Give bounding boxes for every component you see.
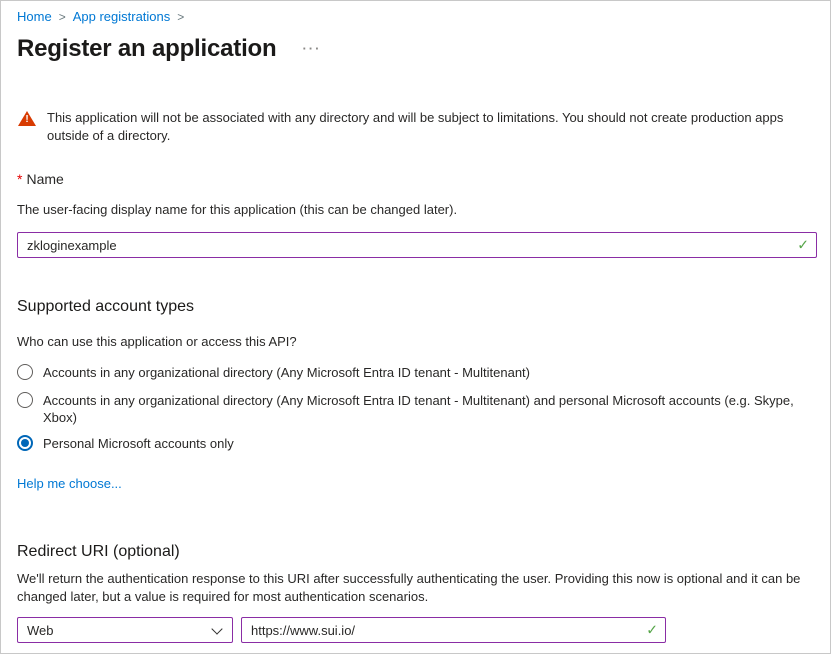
- breadcrumb-separator-icon: >: [59, 9, 66, 25]
- name-input-wrap: ✓: [17, 232, 817, 258]
- account-types-question: Who can use this application or access t…: [17, 333, 814, 350]
- warning-triangle-icon: !: [17, 110, 37, 128]
- breadcrumb-home-link[interactable]: Home: [17, 9, 52, 25]
- page-title: Register an application: [17, 34, 276, 64]
- supported-account-types-heading: Supported account types: [17, 297, 814, 317]
- platform-select[interactable]: Web: [17, 617, 233, 643]
- redirect-uri-description: We'll return the authentication response…: [17, 570, 814, 606]
- radio-circle-icon[interactable]: [17, 364, 33, 380]
- name-label-text: Name: [26, 171, 63, 187]
- platform-select-value: Web: [27, 623, 54, 638]
- redirect-uri-input[interactable]: [241, 617, 666, 643]
- redirect-uri-heading: Redirect URI (optional): [17, 542, 814, 562]
- radio-option-multitenant-personal[interactable]: Accounts in any organizational directory…: [17, 392, 814, 426]
- required-asterisk: *: [17, 171, 22, 187]
- radio-option-label: Personal Microsoft accounts only: [43, 435, 234, 452]
- help-me-choose-link[interactable]: Help me choose...: [17, 476, 122, 492]
- warning-banner: ! This application will not be associate…: [17, 109, 814, 145]
- breadcrumb: Home > App registrations >: [17, 9, 814, 25]
- radio-option-label: Accounts in any organizational directory…: [43, 392, 814, 426]
- uri-input-wrap: ✓: [241, 617, 666, 643]
- radio-option-personal-only[interactable]: Personal Microsoft accounts only: [17, 435, 814, 452]
- register-application-page: Home > App registrations > Register an a…: [1, 1, 830, 643]
- breadcrumb-separator-icon: >: [177, 9, 184, 25]
- radio-option-label: Accounts in any organizational directory…: [43, 364, 530, 381]
- breadcrumb-app-registrations-link[interactable]: App registrations: [73, 9, 171, 25]
- name-field-label: *Name: [17, 171, 814, 188]
- ellipsis-menu-icon[interactable]: ···: [302, 34, 321, 64]
- warning-text: This application will not be associated …: [47, 109, 814, 145]
- redirect-uri-row: Web ✓: [17, 617, 814, 643]
- account-types-radio-group: Accounts in any organizational directory…: [17, 364, 814, 452]
- radio-circle-icon[interactable]: [17, 392, 33, 408]
- radio-circle-icon[interactable]: [17, 435, 33, 451]
- chevron-down-icon: [211, 623, 222, 634]
- name-field-description: The user-facing display name for this ap…: [17, 201, 814, 218]
- name-input[interactable]: [17, 232, 817, 258]
- radio-option-multitenant[interactable]: Accounts in any organizational directory…: [17, 364, 814, 381]
- title-row: Register an application ···: [17, 34, 814, 64]
